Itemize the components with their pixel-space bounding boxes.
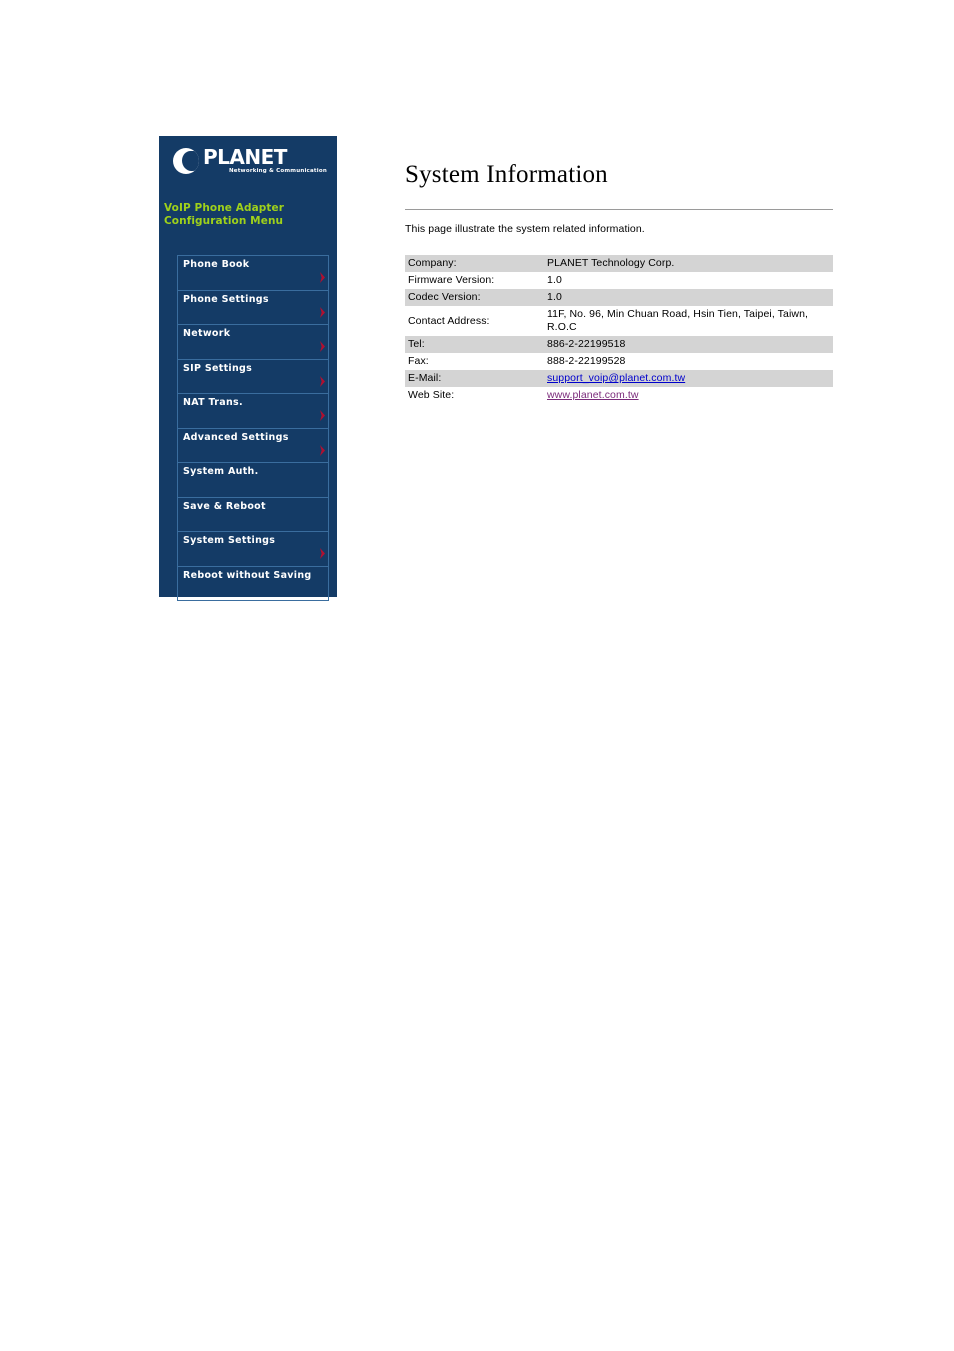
logo-wordmark: PLANET: [203, 145, 287, 169]
sidebar-item-label: Advanced Settings: [183, 431, 289, 443]
sidebar-item-label: Network: [183, 328, 231, 339]
sidebar-item-sip-settings[interactable]: SIP Settings: [178, 360, 328, 394]
system-information-table: Company: PLANET Technology Corp. Firmwar…: [405, 255, 833, 404]
table-cell-key: Web Site:: [405, 387, 544, 404]
sidebar-item-phone-settings[interactable]: Phone Settings: [178, 291, 328, 325]
sidebar-subtitle-line-2: Configuration Menu: [164, 215, 284, 227]
main-content: System Information This page illustrate …: [405, 160, 835, 404]
sidebar-item-label: SIP Settings: [183, 362, 253, 374]
table-cell-value: www.planet.com.tw: [544, 387, 833, 404]
chevron-right-icon: [319, 272, 326, 283]
sidebar-item-label: System Settings: [183, 535, 276, 546]
table-cell-value: 11F, No. 96, Min Chuan Road, Hsin Tien, …: [544, 306, 833, 336]
title-divider: [405, 209, 833, 210]
table-cell-key: Firmware Version:: [405, 272, 544, 289]
chevron-right-icon: [319, 410, 326, 421]
sidebar-item-label: Phone Book: [183, 259, 250, 270]
table-row: Contact Address: 11F, No. 96, Min Chuan …: [405, 306, 833, 336]
table-cell-value: 1.0: [544, 289, 833, 306]
table-cell-value: 886-2-22199518: [544, 336, 833, 353]
table-cell-key: Contact Address:: [405, 306, 544, 336]
sidebar-item-label: System Auth.: [183, 466, 259, 477]
table-cell-key: Codec Version:: [405, 289, 544, 306]
table-cell-key: Tel:: [405, 336, 544, 353]
sidebar-item-network[interactable]: Network: [178, 325, 328, 360]
logo-tagline: Networking & Communication: [229, 168, 327, 174]
email-link[interactable]: support_voip@planet.com.tw: [547, 372, 685, 384]
sidebar-subtitle-line-1: VoIP Phone Adapter: [164, 202, 285, 214]
sidebar-item-advanced-settings[interactable]: Advanced Settings: [178, 429, 328, 463]
sidebar-item-reboot-without-saving[interactable]: Reboot without Saving: [178, 567, 328, 601]
table-cell-value: 888-2-22199528: [544, 353, 833, 370]
table-row: E-Mail: support_voip@planet.com.tw: [405, 370, 833, 387]
table-row: Company: PLANET Technology Corp.: [405, 255, 833, 272]
table-row: Codec Version: 1.0: [405, 289, 833, 306]
sidebar-menu: Phone Book Phone Settings Network SIP Se…: [177, 255, 329, 601]
sidebar-item-nat-trans[interactable]: NAT Trans.: [178, 394, 328, 429]
chevron-right-icon: [319, 306, 326, 318]
table-cell-key: E-Mail:: [405, 370, 544, 387]
sidebar-navigation-panel: PLANET Networking & Communication VoIP P…: [159, 136, 337, 601]
sidebar-item-system-auth[interactable]: System Auth.: [178, 463, 328, 498]
sidebar-item-label: NAT Trans.: [183, 397, 243, 408]
sidebar-item-phone-book[interactable]: Phone Book: [178, 256, 328, 291]
planet-logo: PLANET Networking & Communication: [173, 145, 327, 180]
chevron-right-icon: [319, 444, 326, 456]
sidebar-subtitle: VoIP Phone Adapter Configuration Menu: [164, 202, 334, 228]
sidebar-item-system-settings[interactable]: System Settings: [178, 532, 328, 567]
table-cell-key: Company:: [405, 255, 544, 272]
planet-globe-icon: [173, 148, 199, 174]
page-title: System Information: [405, 161, 608, 188]
table-cell-value: 1.0: [544, 272, 833, 289]
chevron-right-icon: [319, 548, 326, 559]
table-cell-key: Fax:: [405, 353, 544, 370]
table-row: Firmware Version: 1.0: [405, 272, 833, 289]
chevron-right-icon: [319, 341, 326, 352]
website-link[interactable]: www.planet.com.tw: [547, 389, 639, 401]
sidebar-item-label: Reboot without Saving: [183, 569, 312, 581]
sidebar-item-label: Phone Settings: [183, 293, 269, 305]
page-description: This page illustrate the system related …: [405, 223, 645, 235]
table-cell-value: support_voip@planet.com.tw: [544, 370, 833, 387]
table-row: Web Site: www.planet.com.tw: [405, 387, 833, 404]
table-row: Fax: 888-2-22199528: [405, 353, 833, 370]
sidebar-item-save-and-reboot[interactable]: Save & Reboot: [178, 498, 328, 532]
sidebar-item-label: Save & Reboot: [183, 500, 266, 512]
table-cell-value: PLANET Technology Corp.: [544, 255, 833, 272]
chevron-right-icon: [319, 375, 326, 387]
table-row: Tel: 886-2-22199518: [405, 336, 833, 353]
